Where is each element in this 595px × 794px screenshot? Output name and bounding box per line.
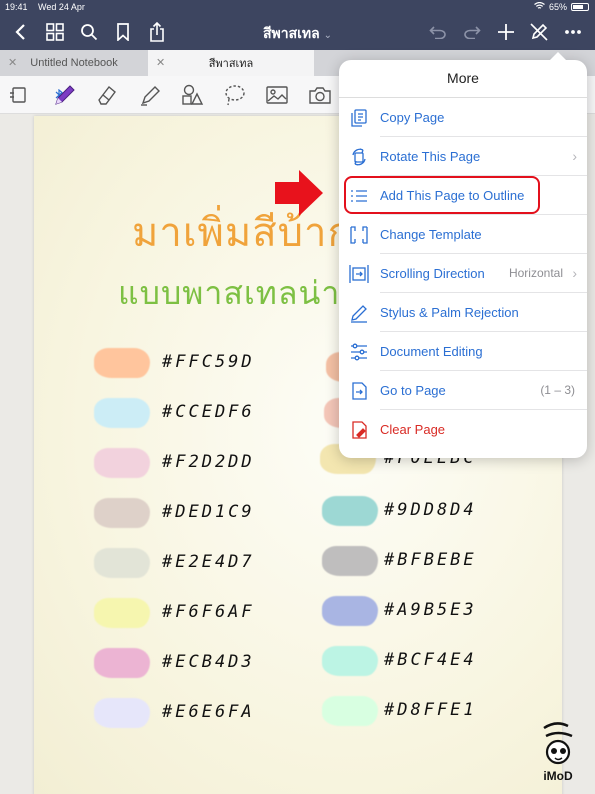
battery-icon <box>571 3 589 11</box>
nav-bar: สีพาสเทล ⌄ <box>0 14 595 50</box>
color-hex-label: #BFBEBE <box>384 550 477 570</box>
chevron-down-icon: ⌄ <box>323 30 333 41</box>
menu-item-label: Scrolling Direction <box>380 266 485 281</box>
menu-item-document-editing[interactable]: Document Editing <box>339 332 587 371</box>
status-bar: 19:41 Wed 24 Apr 65% <box>0 0 595 14</box>
imod-logo: iMoD <box>543 722 573 783</box>
color-swatch <box>94 448 150 478</box>
wifi-icon <box>534 1 545 12</box>
color-swatch <box>322 496 378 526</box>
menu-item-change-template[interactable]: Change Template <box>339 215 587 254</box>
color-swatch <box>94 648 150 678</box>
menu-item-label: Clear Page <box>380 422 446 437</box>
color-hex-label: #CCEDF6 <box>162 402 255 422</box>
menu-item-label: Rotate This Page <box>380 149 481 164</box>
menu-item-clear-page[interactable]: Clear Page <box>339 410 587 449</box>
color-hex-label: #D8FFE1 <box>384 700 477 720</box>
stylus-icon <box>351 305 367 323</box>
sliders-icon <box>351 343 367 361</box>
camera-icon[interactable] <box>307 82 333 108</box>
color-swatch <box>322 696 378 726</box>
close-tab-icon[interactable]: ✕ <box>156 56 165 69</box>
chevron-right-icon: › <box>572 148 577 164</box>
redo-icon[interactable] <box>460 20 484 44</box>
status-right: 65% <box>534 1 589 12</box>
page-view-icon[interactable] <box>6 82 32 108</box>
copy-page-icon <box>351 109 367 127</box>
more-menu: More Copy Page Rotate This Page › Add Th… <box>339 52 587 458</box>
color-swatch <box>322 596 378 626</box>
go-to-page-icon <box>352 382 367 400</box>
color-swatch <box>94 498 150 528</box>
menu-item-rotate-page[interactable]: Rotate This Page › <box>339 137 587 176</box>
shapes-tool-icon[interactable] <box>179 82 205 108</box>
color-swatch <box>94 348 150 378</box>
color-hex-label: #ECB4D3 <box>162 652 255 672</box>
undo-icon[interactable] <box>426 20 450 44</box>
menu-item-label: Change Template <box>380 227 482 242</box>
color-hex-label: #9DD8D4 <box>384 500 477 520</box>
more-icon[interactable] <box>561 20 585 44</box>
menu-item-scrolling-direction[interactable]: Scrolling Direction Horizontal › <box>339 254 587 293</box>
document-title-text: สีพาสเทล <box>262 25 320 41</box>
status-date: Wed 24 Apr <box>38 2 85 12</box>
red-arrow-annotation <box>275 170 323 216</box>
rotate-icon <box>352 148 366 166</box>
color-hex-label: #F6F6AF <box>162 602 255 622</box>
color-hex-label: #FFC59D <box>162 352 255 372</box>
menu-item-label: Go to Page <box>380 383 446 398</box>
menu-item-label: Stylus & Palm Rejection <box>380 305 519 320</box>
color-hex-label: #DED1C9 <box>162 502 255 522</box>
pen-tool-icon[interactable] <box>52 82 78 108</box>
menu-item-value: Horizontal <box>508 266 563 280</box>
highlight-annotation <box>344 176 540 214</box>
color-hex-label: #F2D2DD <box>162 452 255 472</box>
lasso-tool-icon[interactable] <box>222 82 248 108</box>
menu-item-value: (1 – 3) <box>540 383 575 397</box>
menu-item-go-to-page[interactable]: Go to Page (1 – 3) <box>339 371 587 410</box>
add-page-icon[interactable] <box>494 20 518 44</box>
menu-item-label: Copy Page <box>380 110 445 125</box>
highlighter-tool-icon[interactable] <box>137 82 163 108</box>
clear-page-icon <box>352 421 367 439</box>
color-swatch <box>94 698 150 728</box>
app-screen: 19:41 Wed 24 Apr 65% สีพาสเทล ⌄ ✕ Untitl… <box>0 0 595 794</box>
menu-item-copy-page[interactable]: Copy Page <box>339 98 587 137</box>
template-icon <box>350 226 368 244</box>
tab-label: สีพาสเทล <box>208 58 254 70</box>
color-swatch <box>94 398 150 428</box>
menu-item-label: Document Editing <box>380 344 483 359</box>
color-swatch <box>94 548 150 578</box>
color-swatch <box>322 546 378 576</box>
tab-current[interactable]: ✕ สีพาสเทล <box>148 50 314 76</box>
color-hex-label: #E6E6FA <box>162 702 255 722</box>
menu-item-stylus-palm[interactable]: Stylus & Palm Rejection <box>339 293 587 332</box>
chevron-right-icon: › <box>572 265 577 281</box>
pen-off-icon[interactable] <box>527 20 551 44</box>
svg-text:iMoD: iMoD <box>543 769 573 783</box>
tab-untitled-notebook[interactable]: ✕ Untitled Notebook <box>0 50 148 76</box>
color-hex-label: #A9B5E3 <box>384 600 477 620</box>
color-swatch <box>94 598 150 628</box>
scroll-direction-icon <box>349 265 369 283</box>
color-swatch <box>322 646 378 676</box>
status-time: 19:41 <box>5 2 28 12</box>
eraser-tool-icon[interactable] <box>94 82 120 108</box>
color-hex-label: #E2E4D7 <box>162 552 255 572</box>
tab-label: Untitled Notebook <box>30 57 118 69</box>
close-tab-icon[interactable]: ✕ <box>8 56 17 69</box>
image-icon[interactable] <box>264 82 290 108</box>
color-hex-label: #BCF4E4 <box>384 650 477 670</box>
battery-percent: 65% <box>548 2 567 12</box>
menu-title: More <box>447 70 479 86</box>
